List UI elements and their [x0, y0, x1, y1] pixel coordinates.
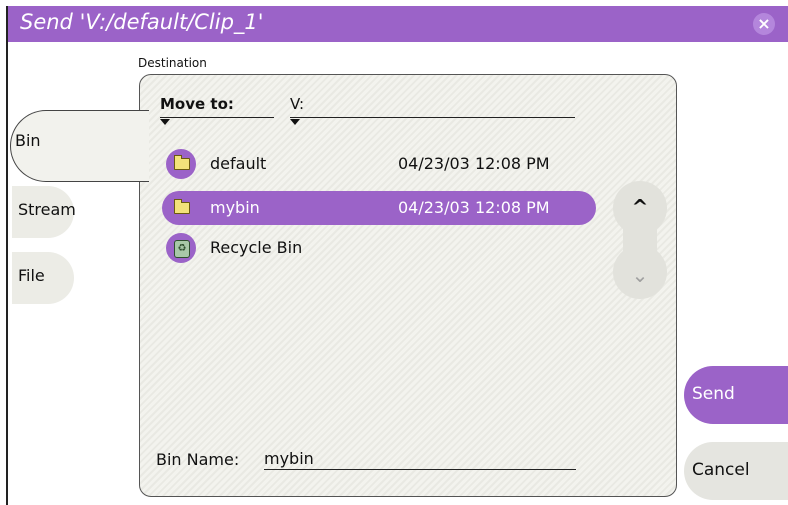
- bin-name-label: Bin Name:: [156, 450, 240, 469]
- bin-list-item[interactable]: default 04/23/03 12:08 PM: [162, 147, 596, 181]
- drive-underline: [290, 117, 575, 118]
- bin-date: 04/23/03 12:08 PM: [398, 198, 550, 217]
- bin-name-input[interactable]: [264, 447, 576, 470]
- tab-bin-label: Bin: [15, 131, 41, 150]
- destination-panel: Move to: V: default 04/23/03 12:08 PM my…: [139, 74, 677, 497]
- list-scroller: ^ ⌄: [613, 181, 667, 299]
- bin-name: mybin: [210, 198, 260, 217]
- chevron-up-icon[interactable]: ^: [613, 195, 667, 219]
- send-button-label: Send: [692, 384, 735, 404]
- tab-bin[interactable]: Bin: [10, 110, 149, 182]
- folder-icon: [166, 193, 196, 223]
- bin-list-item[interactable]: ♻ Recycle Bin: [162, 231, 596, 265]
- tab-stream[interactable]: Stream: [12, 186, 76, 238]
- title-bar: Send 'V:/default/Clip_1' ×: [8, 6, 788, 42]
- window-title: Send 'V:/default/Clip_1': [20, 10, 264, 34]
- cancel-button-label: Cancel: [692, 460, 750, 480]
- chevron-down-icon[interactable]: ⌄: [613, 263, 667, 287]
- destination-label: Destination: [138, 56, 207, 70]
- drive-dropdown[interactable]: V:: [290, 95, 304, 113]
- dropdown-arrow-icon[interactable]: [160, 119, 170, 125]
- bin-name: Recycle Bin: [210, 238, 303, 257]
- tab-file-label: File: [18, 266, 45, 285]
- folder-icon: [166, 149, 196, 179]
- move-to-dropdown[interactable]: Move to:: [160, 95, 234, 113]
- move-to-underline: [160, 117, 274, 118]
- dropdown-arrow-icon[interactable]: [290, 119, 300, 125]
- cancel-button[interactable]: Cancel: [684, 442, 788, 500]
- close-icon[interactable]: ×: [753, 13, 775, 35]
- bin-name: default: [210, 154, 267, 173]
- recycle-bin-icon: ♻: [166, 233, 196, 263]
- tab-stream-label: Stream: [18, 200, 76, 219]
- send-dialog: Send 'V:/default/Clip_1' × Destination B…: [6, 6, 788, 505]
- tab-file[interactable]: File: [12, 252, 74, 304]
- send-button[interactable]: Send: [684, 366, 788, 424]
- bin-list-item-selected[interactable]: mybin 04/23/03 12:08 PM: [162, 191, 596, 225]
- bin-date: 04/23/03 12:08 PM: [398, 154, 550, 173]
